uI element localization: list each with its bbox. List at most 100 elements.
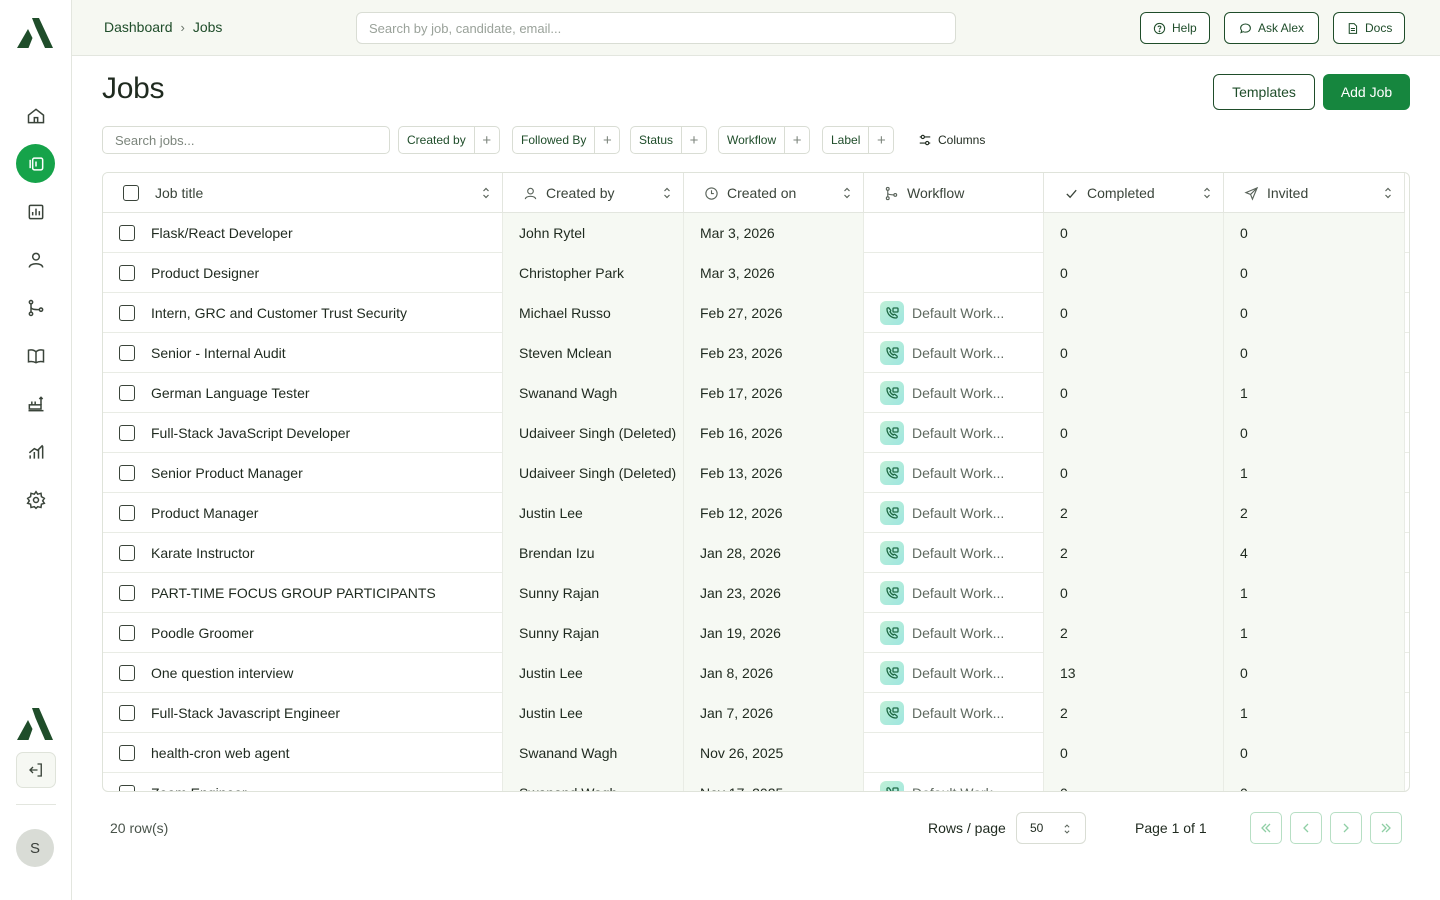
job-title[interactable]: Full-Stack Javascript Engineer <box>151 705 340 721</box>
workflow-name[interactable]: Default Work... <box>912 665 1004 681</box>
workflow-name[interactable]: Default Work... <box>912 545 1004 561</box>
breadcrumb-jobs[interactable]: Jobs <box>193 19 223 35</box>
table-row[interactable]: Poodle Groomer Sunny Rajan Jan 19, 2026 Def… <box>103 613 1409 653</box>
plus-icon[interactable]: + <box>869 127 893 153</box>
column-header-invited[interactable]: Invited <box>1224 173 1405 213</box>
row-checkbox[interactable] <box>119 425 135 441</box>
avatar[interactable]: S <box>16 829 54 867</box>
sort-icon[interactable] <box>1384 186 1392 200</box>
row-checkbox[interactable] <box>119 505 135 521</box>
table-row[interactable]: Product Manager Justin Lee Feb 12, 2026 Def… <box>103 493 1409 533</box>
workflow-name[interactable]: Default Work... <box>912 345 1004 361</box>
sidebar-item-reports[interactable] <box>16 192 55 231</box>
sidebar-item-candidates[interactable] <box>16 240 55 279</box>
first-page-button[interactable] <box>1250 812 1282 844</box>
row-checkbox[interactable] <box>119 585 135 601</box>
cell-job-title[interactable]: Senior Product Manager <box>103 453 503 493</box>
cell-job-title[interactable]: Full-Stack JavaScript Developer <box>103 413 503 453</box>
table-row[interactable]: Full-Stack JavaScript Developer Udaiveer … <box>103 413 1409 453</box>
add-job-button[interactable]: Add Job <box>1323 74 1410 110</box>
workflow-name[interactable]: Default Work... <box>912 465 1004 481</box>
filter-workflow[interactable]: Workflow + <box>718 126 811 154</box>
global-search-input[interactable] <box>356 12 956 44</box>
sidebar-item-library[interactable] <box>16 336 55 375</box>
row-checkbox[interactable] <box>119 265 135 281</box>
cell-job-title[interactable]: PART-TIME FOCUS GROUP PARTICIPANTS <box>103 573 503 613</box>
jobs-search-input[interactable] <box>102 126 390 154</box>
filter-label-chip[interactable]: Label + <box>822 126 895 154</box>
sort-icon[interactable] <box>843 186 851 200</box>
workflow-name[interactable]: Default Work... <box>912 505 1004 521</box>
cell-job-title[interactable]: Senior - Internal Audit <box>103 333 503 373</box>
table-row[interactable]: PART-TIME FOCUS GROUP PARTICIPANTS Sunny … <box>103 573 1409 613</box>
logout-button[interactable] <box>16 752 56 788</box>
table-row[interactable]: German Language Tester Swanand Wagh Feb 17… <box>103 373 1409 413</box>
filter-status[interactable]: Status + <box>630 126 708 154</box>
filter-followed-by[interactable]: Followed By + <box>512 126 621 154</box>
row-checkbox[interactable] <box>119 665 135 681</box>
column-header-job-title[interactable]: Job title <box>103 173 503 213</box>
filter-created-by[interactable]: Created by + <box>398 126 500 154</box>
cell-job-title[interactable]: Product Designer <box>103 253 503 293</box>
cell-job-title[interactable]: Poodle Groomer <box>103 613 503 653</box>
job-title[interactable]: Karate Instructor <box>151 545 255 561</box>
job-title[interactable]: Product Designer <box>151 265 259 281</box>
logo-icon[interactable] <box>16 16 54 50</box>
sidebar-item-analytics[interactable] <box>16 432 55 471</box>
table-row[interactable]: Product Designer Christopher Park Mar 3, 2… <box>103 253 1409 293</box>
cell-job-title[interactable]: Karate Instructor <box>103 533 503 573</box>
next-page-button[interactable] <box>1330 812 1362 844</box>
job-title[interactable]: German Language Tester <box>151 385 310 401</box>
job-title[interactable]: One question interview <box>151 665 293 681</box>
job-title[interactable]: Product Manager <box>151 505 258 521</box>
sidebar-item-home[interactable] <box>16 96 55 135</box>
sidebar-item-workflows[interactable] <box>16 288 55 327</box>
table-row[interactable]: Full-Stack Javascript Engineer Justin Lee… <box>103 693 1409 733</box>
rows-per-page-select[interactable]: 50 <box>1016 812 1086 844</box>
sidebar-item-jobs[interactable] <box>16 144 55 183</box>
job-title[interactable]: Senior Product Manager <box>151 465 303 481</box>
column-header-workflow[interactable]: Workflow <box>864 173 1044 213</box>
select-all-checkbox[interactable] <box>123 185 139 201</box>
ask-alex-button[interactable]: Ask Alex <box>1224 12 1320 44</box>
table-row[interactable]: Karate Instructor Brendan Izu Jan 28, 2026… <box>103 533 1409 573</box>
cell-job-title[interactable]: Flask/React Developer <box>103 213 503 253</box>
job-title[interactable]: Full-Stack JavaScript Developer <box>151 425 350 441</box>
table-row[interactable]: Intern, GRC and Customer Trust Security M… <box>103 293 1409 333</box>
templates-button[interactable]: Templates <box>1213 74 1315 110</box>
columns-button[interactable]: Columns <box>910 126 993 154</box>
plus-icon[interactable]: + <box>682 127 706 153</box>
table-row[interactable]: Flask/React Developer John Rytel Mar 3, 20… <box>103 213 1409 253</box>
plus-icon[interactable]: + <box>475 127 499 153</box>
job-title[interactable]: Senior - Internal Audit <box>151 345 286 361</box>
cell-job-title[interactable]: Intern, GRC and Customer Trust Security <box>103 293 503 333</box>
row-checkbox[interactable] <box>119 625 135 641</box>
row-checkbox[interactable] <box>119 305 135 321</box>
plus-icon[interactable]: + <box>595 127 619 153</box>
table-row[interactable]: Senior Product Manager Udaiveer Singh (De… <box>103 453 1409 493</box>
row-checkbox[interactable] <box>119 465 135 481</box>
column-header-created-on[interactable]: Created on <box>684 173 864 213</box>
cell-job-title[interactable]: Full-Stack Javascript Engineer <box>103 693 503 733</box>
cell-job-title[interactable]: One question interview <box>103 653 503 693</box>
row-checkbox[interactable] <box>119 385 135 401</box>
table-row[interactable]: Senior - Internal Audit Steven Mclean Feb … <box>103 333 1409 373</box>
table-row[interactable]: Zoom Engineer Swanand Wagh Nov 17, 2025 Def… <box>103 773 1409 791</box>
sort-icon[interactable] <box>1203 186 1211 200</box>
help-button[interactable]: Help <box>1140 12 1210 44</box>
sidebar-item-settings[interactable] <box>16 480 55 519</box>
row-checkbox[interactable] <box>119 345 135 361</box>
cell-job-title[interactable]: Zoom Engineer <box>103 773 503 791</box>
cell-job-title[interactable]: health-cron web agent <box>103 733 503 773</box>
job-title[interactable]: Poodle Groomer <box>151 625 254 641</box>
workflow-name[interactable]: Default Work... <box>912 785 1004 791</box>
prev-page-button[interactable] <box>1290 812 1322 844</box>
cell-job-title[interactable]: German Language Tester <box>103 373 503 413</box>
row-checkbox[interactable] <box>119 705 135 721</box>
job-title[interactable]: health-cron web agent <box>151 745 290 761</box>
row-checkbox[interactable] <box>119 225 135 241</box>
job-title[interactable]: Flask/React Developer <box>151 225 293 241</box>
table-row[interactable]: One question interview Justin Lee Jan 8, 2… <box>103 653 1409 693</box>
row-checkbox[interactable] <box>119 745 135 761</box>
column-header-created-by[interactable]: Created by <box>503 173 684 213</box>
